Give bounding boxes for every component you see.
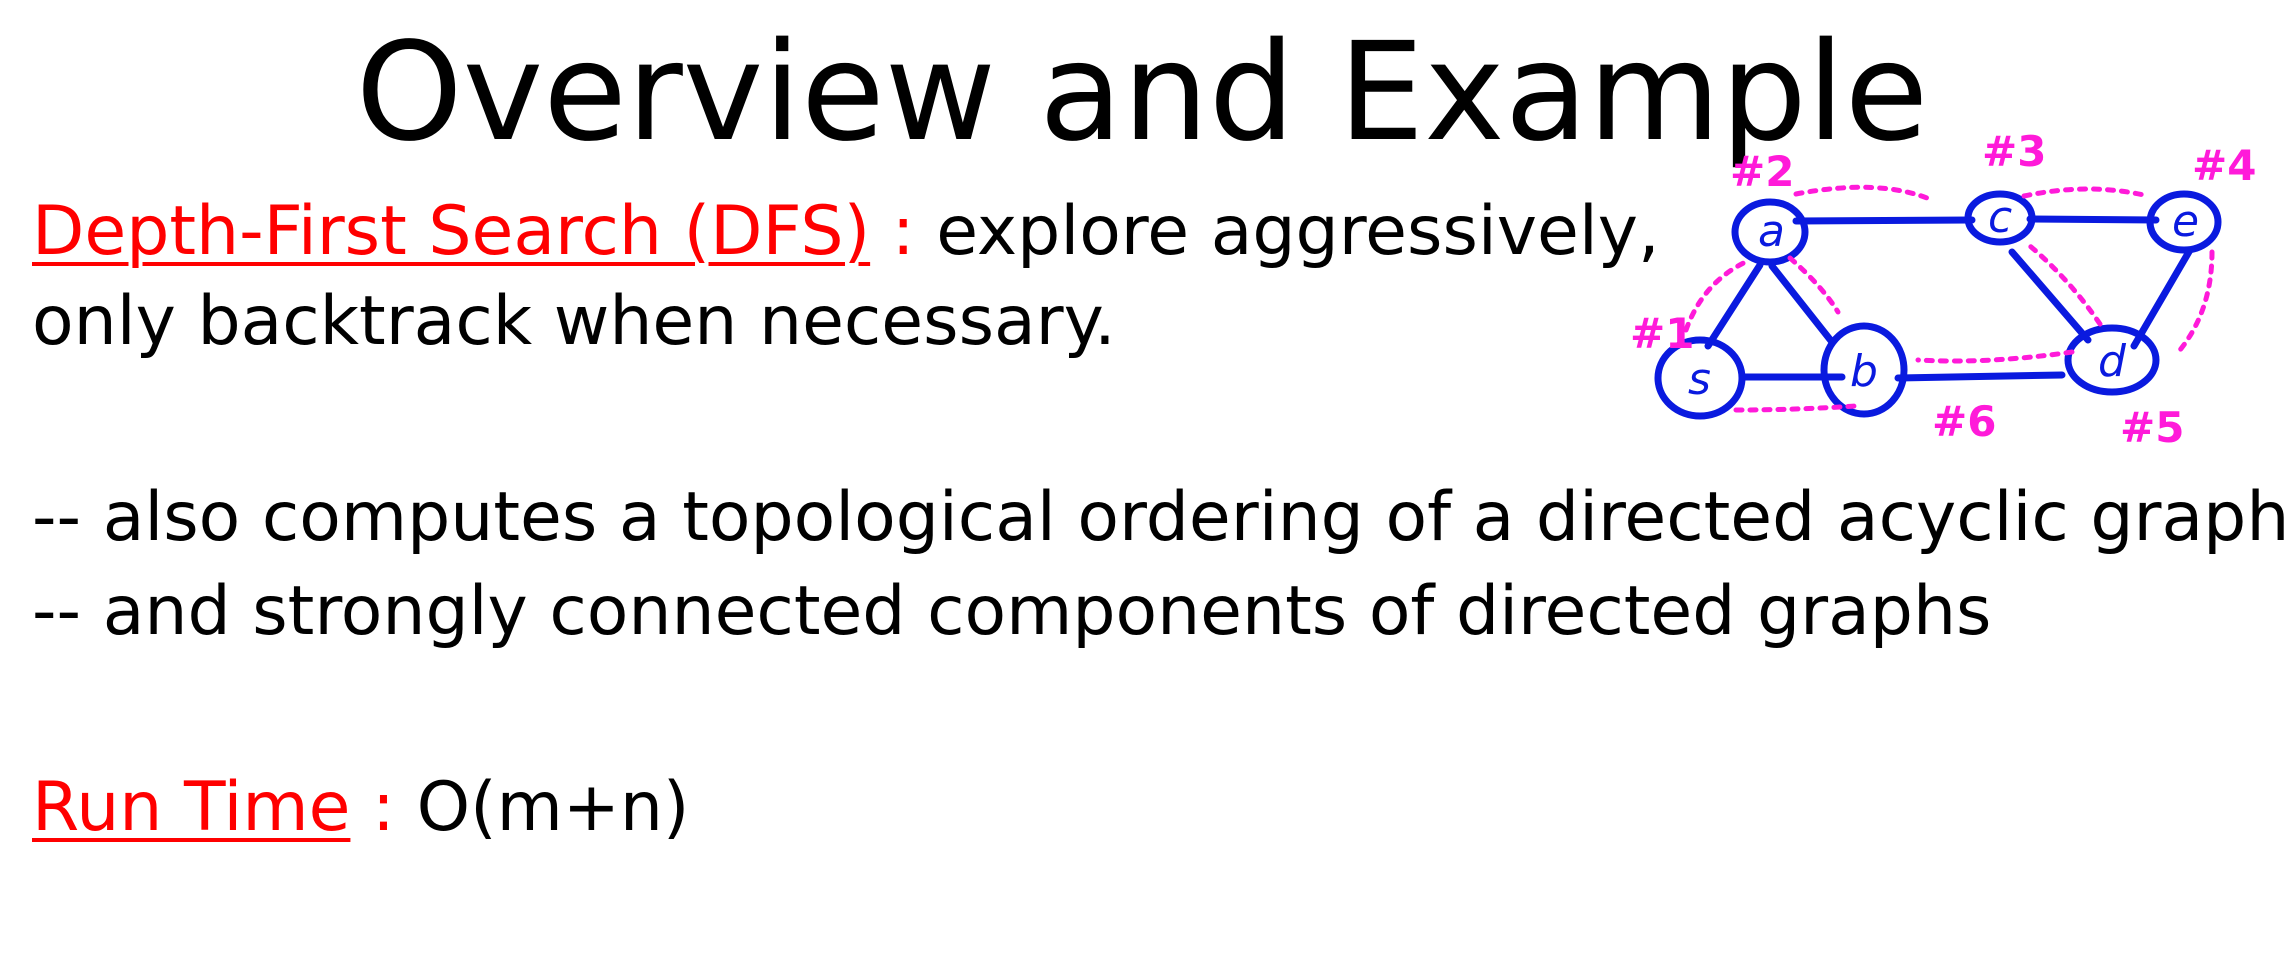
traversal-c-e bbox=[2021, 186, 2151, 199]
node-label-s: s bbox=[1688, 354, 1711, 405]
edge-a-b bbox=[1768, 262, 1836, 346]
dfs-description-1: explore aggressively, bbox=[936, 192, 1660, 271]
dfs-graph-sketch: s a b c e d #1 #2 #3 #4 #5 #6 bbox=[1630, 127, 2256, 452]
dfs-description-2: only backtrack when necessary. bbox=[32, 282, 1116, 361]
order-label-e: #4 bbox=[2192, 141, 2256, 190]
node-label-b: b bbox=[1850, 346, 1878, 397]
traversal-d-b bbox=[1915, 349, 2075, 364]
edge-a-c bbox=[1792, 216, 1976, 225]
edge-s-a bbox=[1704, 261, 1764, 350]
traversal-a-b bbox=[1787, 255, 1841, 315]
order-label-a: #2 bbox=[1730, 147, 1794, 196]
runtime-line: Run Time : O(m+n) bbox=[32, 766, 689, 850]
order-label-d: #5 bbox=[2120, 403, 2184, 452]
order-label-c: #3 bbox=[1982, 127, 2046, 176]
traversal-e-d bbox=[2177, 249, 2215, 353]
edge-c-e bbox=[2026, 215, 2160, 224]
node-label-a: a bbox=[1758, 206, 1785, 257]
edge-e-d bbox=[2130, 246, 2194, 350]
dfs-term: Depth-First Search (DFS) bbox=[32, 192, 871, 271]
traversal-s-b-return bbox=[1733, 403, 1859, 413]
traversal-a-c bbox=[1793, 184, 1935, 203]
runtime-colon: : bbox=[350, 768, 417, 847]
slide: Overview and Example Depth-First Search … bbox=[0, 0, 2284, 954]
runtime-term: Run Time bbox=[32, 768, 351, 847]
dfs-definition-line-1: Depth-First Search (DFS) : explore aggre… bbox=[32, 190, 1660, 274]
edge-b-d bbox=[1894, 371, 2066, 382]
bullet-scc: -- and strongly connected components of … bbox=[32, 572, 1992, 651]
runtime-value: O(m+n) bbox=[416, 768, 690, 847]
node-label-d: d bbox=[2098, 336, 2127, 387]
bullet-topological: -- also computes a topological ordering … bbox=[32, 478, 2284, 557]
order-label-s: #1 bbox=[1630, 309, 1694, 358]
dfs-colon: : bbox=[870, 192, 937, 271]
node-label-e: e bbox=[2172, 196, 2199, 247]
order-label-b: #6 bbox=[1932, 397, 1996, 446]
node-label-c: c bbox=[1988, 192, 2012, 243]
